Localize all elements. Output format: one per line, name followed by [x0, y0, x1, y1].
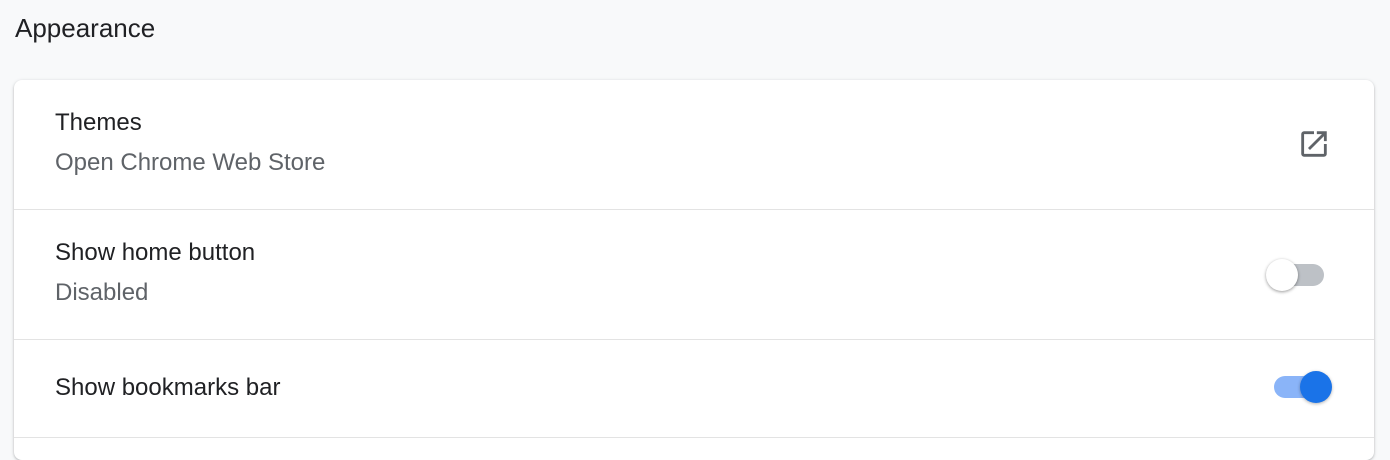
home-button-row: Show home button Disabled — [14, 209, 1374, 339]
home-button-toggle[interactable] — [1266, 257, 1328, 291]
bookmarks-bar-label: Show bookmarks bar — [55, 374, 281, 401]
appearance-card: Themes Open Chrome Web Store Show home b… — [14, 80, 1374, 460]
themes-label: Themes — [55, 109, 142, 136]
themes-row[interactable]: Themes Open Chrome Web Store — [14, 80, 1374, 209]
next-row-partial — [14, 437, 1374, 460]
toggle-knob — [1300, 371, 1332, 403]
bookmarks-bar-toggle[interactable] — [1270, 369, 1332, 403]
home-button-status: Disabled — [55, 279, 149, 306]
toggle-knob — [1266, 259, 1298, 291]
bookmarks-bar-row: Show bookmarks bar — [14, 339, 1374, 437]
open-in-new-icon[interactable] — [1294, 124, 1334, 164]
themes-sublabel: Open Chrome Web Store — [55, 149, 326, 176]
home-button-label: Show home button — [55, 239, 256, 266]
appearance-section-title: Appearance — [15, 13, 156, 43]
